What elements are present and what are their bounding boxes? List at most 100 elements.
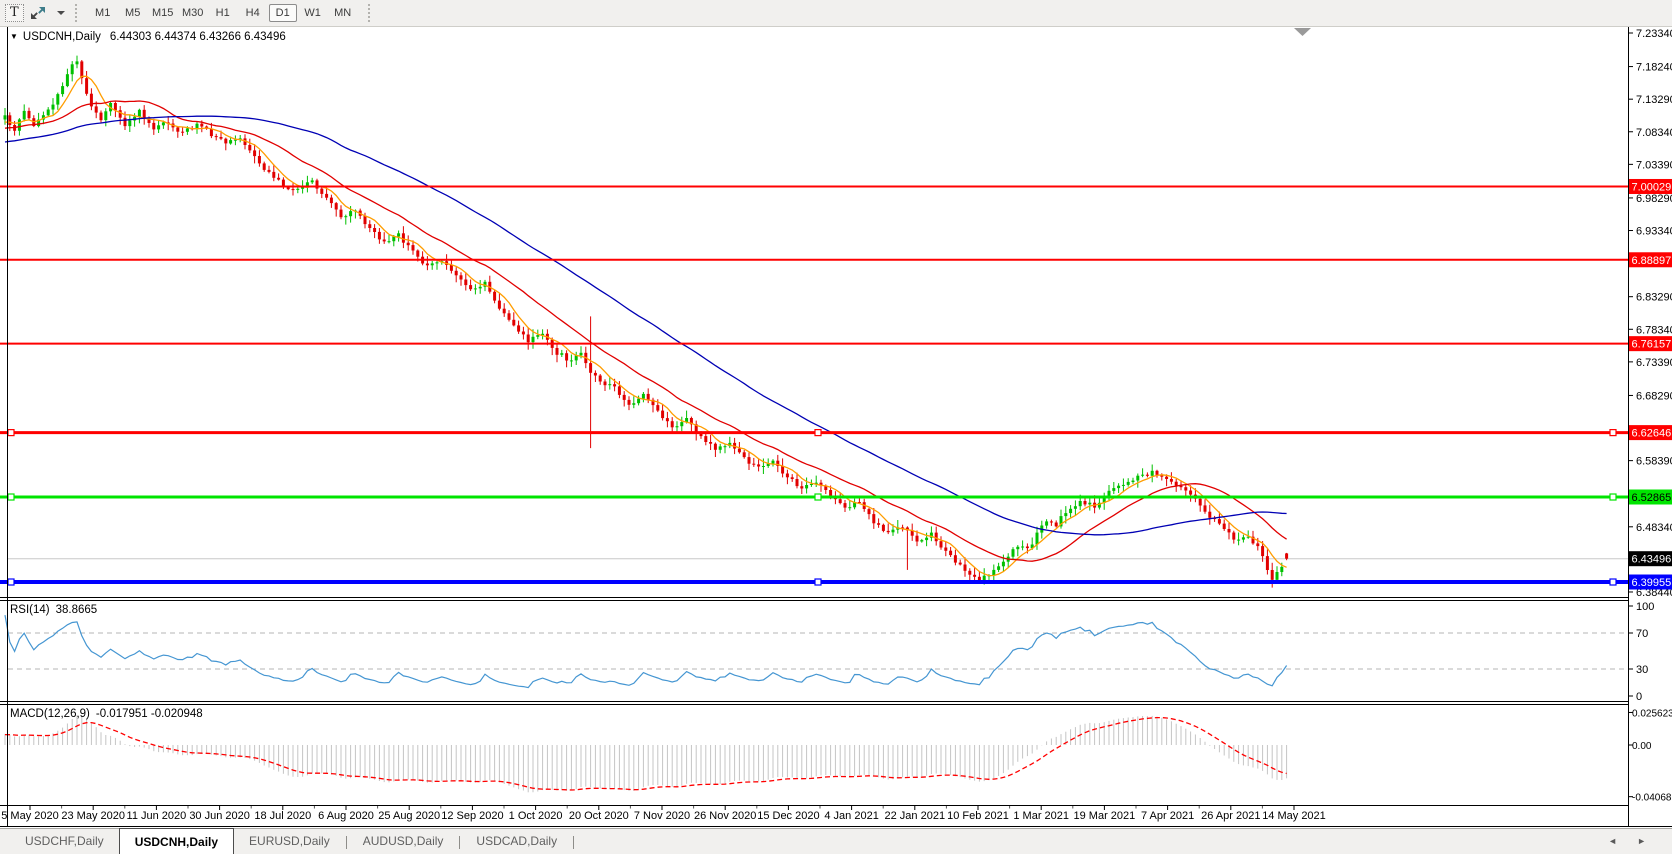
rsi-label-line: RSI(14) 38.8665 [10, 604, 97, 616]
line-price-label: 7.00029 [1632, 181, 1672, 193]
price-tick-label: 7.08340 [1636, 127, 1672, 139]
date-label: 1 Oct 2020 [509, 810, 563, 822]
macd-histogram [5, 715, 1287, 792]
toolbar-separator [75, 4, 80, 22]
rsi-scale-label: 0 [1636, 691, 1642, 703]
line-selection-handle[interactable] [815, 494, 821, 500]
rsi-scale-label: 30 [1636, 664, 1648, 676]
toolbar-separator-2 [368, 4, 373, 22]
tab-separator [573, 836, 574, 849]
macd-scale-label: 0.025623 [1632, 708, 1672, 719]
macd-indicator-name: MACD(12,26,9) [10, 708, 90, 720]
rsi-value: 38.8665 [56, 604, 98, 616]
macd-label-line: MACD(12,26,9)-0.017951 -0.020948 [10, 708, 203, 720]
line-selection-handle[interactable] [8, 579, 14, 585]
tab-scroll-arrows: ◄ ► [1608, 836, 1646, 846]
date-label: 7 Nov 2020 [634, 810, 690, 822]
chart-tab-eurusd[interactable]: EURUSD,Daily [234, 829, 345, 854]
symbol-title: USDCNH,Daily [23, 31, 101, 43]
tab-scroll-right-icon[interactable]: ► [1637, 836, 1646, 846]
date-label: 7 Apr 2021 [1141, 810, 1194, 822]
date-label: 5 May 2020 [1, 810, 58, 822]
timeframe-button-m15[interactable]: M15 [149, 4, 177, 22]
chart-tab-usdcnh[interactable]: USDCNH,Daily [119, 828, 234, 854]
candlestick-series [4, 56, 1289, 588]
diagonal-arrows-icon [29, 5, 47, 21]
line-selection-handle[interactable] [1610, 430, 1616, 436]
chart-title-line: ▼ USDCNH,Daily 6.44303 6.44374 6.43266 6.4… [10, 31, 286, 43]
timeframe-button-mn[interactable]: MN [329, 4, 357, 22]
date-label: 25 Aug 2020 [378, 810, 440, 822]
timeframe-button-m5[interactable]: M5 [119, 4, 147, 22]
chart-tab-audusd[interactable]: AUDUSD,Daily [348, 829, 459, 854]
date-label: 15 Dec 2020 [757, 810, 819, 822]
text-tool-icon: T [5, 4, 24, 22]
price-tick-label: 6.58390 [1636, 456, 1672, 468]
date-label: 26 Nov 2020 [694, 810, 756, 822]
terminal-window: { "toolbar": { "text_tool_glyph": "T", "… [0, 0, 1672, 854]
date-label: 10 Feb 2021 [947, 810, 1009, 822]
line-selection-handle[interactable] [815, 430, 821, 436]
date-label: 1 Mar 2021 [1013, 810, 1069, 822]
rsi-scale-label: 70 [1636, 628, 1648, 640]
timeframe-button-h1[interactable]: H1 [209, 4, 237, 22]
timeframe-toolbar: M1M5M15M30H1H4D1W1MN [88, 4, 358, 22]
timeframe-button-m30[interactable]: M30 [179, 4, 207, 22]
date-label: 4 Jan 2021 [824, 810, 878, 822]
macd-scale-label: -0.040687 [1632, 793, 1672, 804]
line-price-label: 6.88897 [1632, 255, 1672, 267]
line-selection-handle[interactable] [815, 579, 821, 585]
line-selection-handle[interactable] [1610, 579, 1616, 585]
timeframe-button-w1[interactable]: W1 [299, 4, 327, 22]
price-tick-label: 6.98290 [1636, 193, 1672, 205]
arrange-tool-button[interactable] [29, 3, 47, 23]
line-selection-handle[interactable] [8, 494, 14, 500]
line-price-label: 6.39955 [1632, 577, 1672, 589]
timeframe-button-h4[interactable]: H4 [239, 4, 267, 22]
line-selection-handle[interactable] [8, 430, 14, 436]
date-label: 19 Mar 2021 [1074, 810, 1136, 822]
line-price-label: 6.76157 [1632, 339, 1672, 351]
chart-tab-usdcad[interactable]: USDCAD,Daily [461, 829, 572, 854]
price-tick-label: 7.23340 [1636, 28, 1672, 40]
date-label: 23 May 2020 [61, 810, 125, 822]
collapse-triangle-icon[interactable]: ▼ [10, 32, 18, 41]
date-label: 30 Jun 2020 [189, 810, 250, 822]
price-tick-label: 6.93340 [1636, 226, 1672, 238]
top-toolbar: T M1M5M15M30H1H4D1W1MN [0, 0, 1672, 27]
tab-separator [459, 836, 460, 849]
text-tool-button[interactable]: T [5, 3, 24, 23]
price-tick-label: 6.68290 [1636, 390, 1672, 402]
date-label: 26 Apr 2021 [1201, 810, 1260, 822]
price-tick-label: 6.73390 [1636, 357, 1672, 369]
date-label: 11 Jun 2020 [127, 810, 187, 822]
rsi-indicator-name: RSI(14) [10, 604, 50, 616]
tab-separator [346, 836, 347, 849]
chart-tab-bar: USDCHF,DailyUSDCNH,DailyEURUSD,DailyAUDU… [0, 828, 1672, 854]
line-selection-handle[interactable] [1610, 494, 1616, 500]
moving-average-medium [5, 101, 1287, 561]
date-label: 14 May 2021 [1262, 810, 1326, 822]
price-tick-label: 6.78340 [1636, 324, 1672, 336]
date-label: 20 Oct 2020 [569, 810, 629, 822]
price-tick-label: 6.83290 [1636, 292, 1672, 304]
macd-scale-label: 0.00 [1632, 741, 1652, 752]
timeframe-button-d1[interactable]: D1 [269, 4, 297, 22]
line-price-label: 6.62646 [1632, 428, 1672, 440]
date-label: 12 Sep 2020 [441, 810, 503, 822]
chart-shift-marker[interactable] [1294, 28, 1311, 36]
rsi-scale-label: 100 [1636, 601, 1654, 613]
ohlc-values: 6.44303 6.44374 6.43266 6.43496 [110, 31, 286, 43]
chart-tab-usdchf[interactable]: USDCHF,Daily [10, 829, 119, 854]
rsi-line [5, 615, 1287, 688]
date-label: 6 Aug 2020 [318, 810, 374, 822]
timeframe-button-m1[interactable]: M1 [89, 4, 117, 22]
arrange-dropdown-button[interactable] [52, 3, 65, 23]
chart-canvas[interactable]: 7.233407.182407.132907.083407.033906.982… [0, 0, 1672, 854]
date-label: 18 Jul 2020 [254, 810, 311, 822]
tab-scroll-left-icon[interactable]: ◄ [1608, 836, 1617, 846]
current-price-label: 6.43496 [1632, 554, 1672, 566]
price-tick-label: 7.13290 [1636, 94, 1672, 106]
date-label: 22 Jan 2021 [885, 810, 946, 822]
price-tick-label: 7.18240 [1636, 62, 1672, 74]
